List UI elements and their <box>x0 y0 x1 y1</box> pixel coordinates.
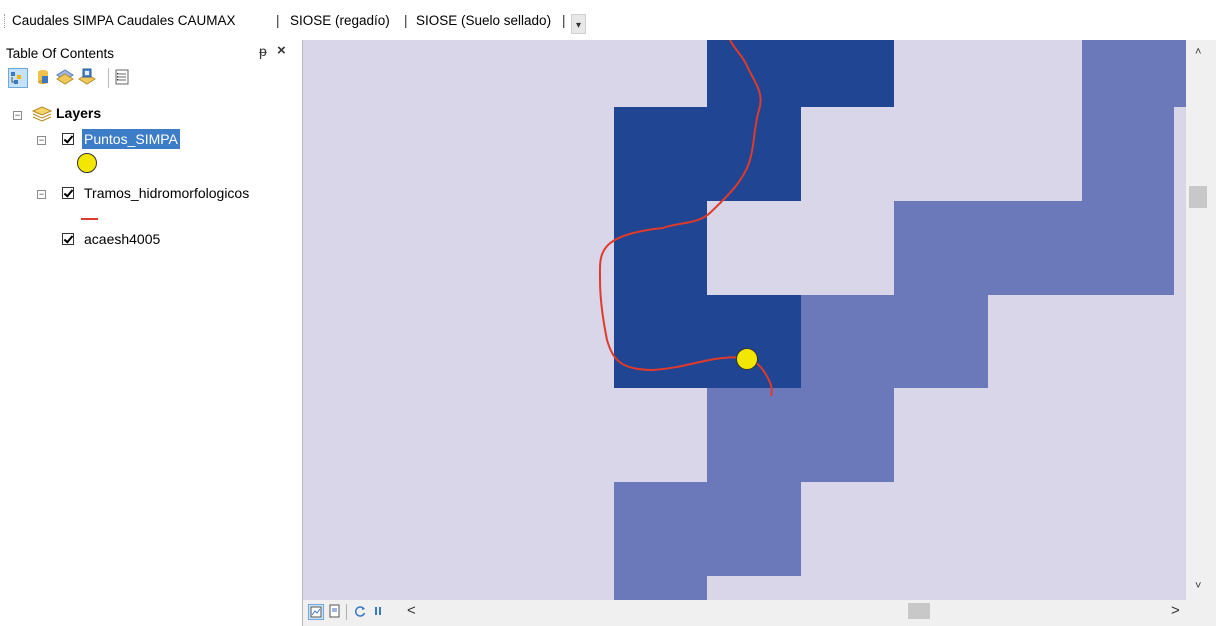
options-icon[interactable] <box>108 68 133 88</box>
toolbar: Caudales SIMPA Caudales CAUMAX | SIOSE (… <box>0 0 1216 40</box>
scroll-left-icon[interactable]: < <box>407 602 416 619</box>
scroll-right-icon[interactable]: > <box>1171 602 1180 619</box>
toolbar-separator: | <box>404 13 408 28</box>
layers-collapse-toggle[interactable]: − <box>13 111 22 120</box>
toolbar-item-siose-regadio[interactable]: SIOSE (regadío) <box>290 13 390 28</box>
toolbar-separator: | <box>562 13 566 28</box>
layers-group-icon <box>31 105 53 126</box>
toolbar-overflow-button[interactable]: ▾ <box>571 14 586 34</box>
toolbar-item-caudales-simpa[interactable]: Caudales SIMPA <box>12 13 114 28</box>
layer-tramos-toggle[interactable]: − <box>37 190 46 199</box>
yellow-circle-symbol-icon <box>76 152 100 177</box>
toolbar-item-siose-suelo-sellado[interactable]: SIOSE (Suelo sellado) <box>416 13 551 28</box>
puntos-simpa-point[interactable] <box>736 348 758 370</box>
vertical-scrollbar[interactable]: ˄ ˅ <box>1186 40 1216 600</box>
pin-icon[interactable]: ᵽ <box>259 43 267 59</box>
map-bottom-bar: < > <box>303 600 1216 626</box>
map-canvas <box>598 40 1186 600</box>
list-by-visibility-icon[interactable] <box>56 68 76 88</box>
list-by-drawing-order-icon[interactable] <box>8 68 28 88</box>
layer-tramos-label[interactable]: Tramos_hidromorfologicos <box>84 185 249 201</box>
refresh-icon[interactable] <box>353 604 369 620</box>
toc-header: Table Of Contents ᵽ × <box>0 40 302 64</box>
map-view[interactable] <box>303 40 1186 600</box>
list-by-selection-icon[interactable] <box>78 68 98 88</box>
toolbar-item-caudales-caumax[interactable]: Caudales CAUMAX <box>117 13 236 28</box>
horizontal-scroll-thumb[interactable] <box>908 603 930 619</box>
layer-puntos-simpa-label[interactable]: Puntos_SIMPA <box>82 129 180 149</box>
layout-view-icon[interactable] <box>327 604 343 620</box>
layer-acaesh4005-checkbox[interactable] <box>62 233 74 245</box>
red-line-symbol-icon <box>80 210 100 225</box>
layers-group-label[interactable]: Layers <box>56 105 101 121</box>
bottom-bar-divider <box>346 604 347 620</box>
data-view-icon[interactable] <box>308 604 324 620</box>
scroll-up-icon[interactable]: ˄ <box>1195 46 1201 58</box>
scroll-down-icon[interactable]: ˅ <box>1195 580 1201 592</box>
toolbar-grip[interactable] <box>4 14 7 28</box>
vertical-scroll-thumb[interactable] <box>1189 186 1207 208</box>
table-of-contents-panel: Table Of Contents ᵽ × − Layers − Puntos_… <box>0 40 303 626</box>
toc-title: Table Of Contents <box>6 46 115 61</box>
layer-acaesh4005-label[interactable]: acaesh4005 <box>84 231 160 247</box>
layer-tramos-checkbox[interactable] <box>62 187 74 199</box>
pause-drawing-icon[interactable] <box>371 604 387 620</box>
toolbar-separator: | <box>276 13 280 28</box>
layer-puntos-simpa-checkbox[interactable] <box>62 133 74 145</box>
layer-puntos-simpa-toggle[interactable]: − <box>37 136 46 145</box>
close-icon[interactable]: × <box>277 42 286 59</box>
list-by-source-icon[interactable] <box>34 68 54 88</box>
